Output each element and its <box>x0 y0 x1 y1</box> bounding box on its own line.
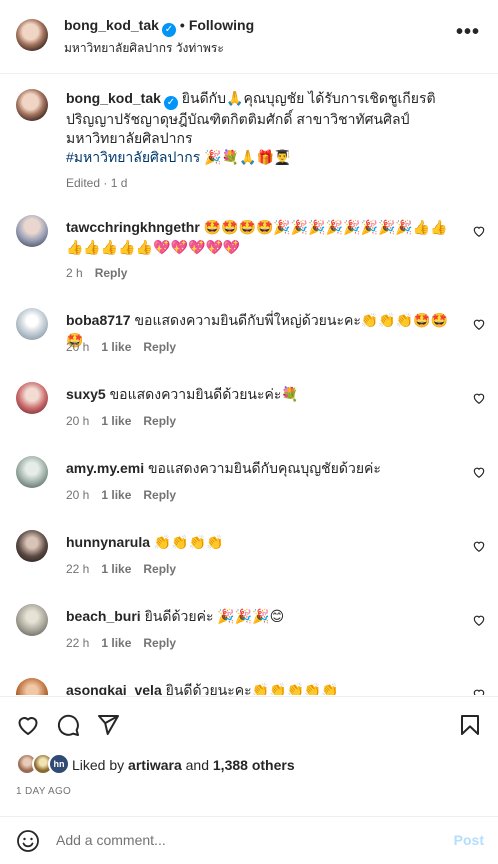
comment-body: amy.my.emi ขอแสดงความยินดีกับคุณบุญชัยด้… <box>66 458 464 478</box>
liked-by-user[interactable]: artiwara <box>128 757 182 773</box>
following-button[interactable]: Following <box>189 17 254 33</box>
comment-body: beach_buri ยินดีด้วยค่ะ 🎉🎉🎉😊 <box>66 606 464 626</box>
comment-text: 👏👏👏👏 <box>153 534 224 550</box>
comment-time: 20 h <box>66 414 90 428</box>
commenter-username[interactable]: boba8717 <box>66 312 131 328</box>
commenter-avatar[interactable] <box>16 382 48 414</box>
comment-like-heart-icon[interactable] <box>472 613 486 627</box>
bookmark-icon[interactable] <box>458 713 482 737</box>
comment-time: 20 h <box>66 340 90 354</box>
comment-like-heart-icon[interactable] <box>472 317 486 331</box>
comment-body: hunnynarula 👏👏👏👏 <box>66 532 464 552</box>
likes-others-count[interactable]: 1,388 others <box>213 757 295 773</box>
reply-button[interactable]: Reply <box>143 340 176 354</box>
commenter-avatar[interactable] <box>16 678 48 695</box>
commenter-avatar[interactable] <box>16 604 48 636</box>
comment-text: ขอแสดงความยินดีด้วยนะค่ะ💐 <box>109 386 299 402</box>
commenter-username[interactable]: hunnynarula <box>66 534 150 550</box>
caption-emojis: 🎉💐🙏🎁👨‍🎓 <box>204 149 292 165</box>
liker-avatar: hn <box>48 753 70 775</box>
comment-like-heart-icon[interactable] <box>472 465 486 479</box>
caption-avatar[interactable] <box>16 89 48 121</box>
comment-time: 2 h <box>66 266 83 280</box>
comment-item: boba8717 ขอแสดงความยินดีกับพี่ใหญ่ด้วยนะ… <box>0 304 498 378</box>
post-comment-button[interactable]: Post <box>454 832 484 848</box>
author-avatar[interactable] <box>16 19 48 51</box>
comment-item: amy.my.emi ขอแสดงความยินดีกับคุณบุญชัยด้… <box>0 452 498 526</box>
heart-icon[interactable] <box>16 713 40 737</box>
comment-like-count[interactable]: 1 like <box>101 340 131 354</box>
verified-badge-icon: ✓ <box>161 23 176 37</box>
reply-button[interactable]: Reply <box>95 266 128 280</box>
add-comment-input[interactable] <box>56 828 436 852</box>
comment-like-count[interactable]: 1 like <box>101 562 131 576</box>
commenter-username[interactable]: tawcchringkhngethr <box>66 219 200 235</box>
post-date: 1 DAY AGO <box>16 786 72 797</box>
comment-like-heart-icon[interactable] <box>472 391 486 405</box>
comment-body: tawcchringkhngethr 🤩🤩🤩🤩🎉🎉🎉🎉🎉🎉🎉🎉👍👍👍👍👍👍👍💖💖… <box>66 217 464 257</box>
post-location[interactable]: มหาวิทยาลัยศิลปากร วังท่าพระ <box>64 39 224 58</box>
comment-meta: 20 h 1 like Reply <box>66 414 188 428</box>
comment-like-count[interactable]: 1 like <box>101 414 131 428</box>
comment-icon[interactable] <box>56 713 80 737</box>
comment-meta: 20 h 1 like Reply <box>66 488 188 502</box>
post-header: bong_kod_tak ✓ • Following มหาวิทยาลัยศิลปา… <box>0 0 498 74</box>
comment-text: ขอแสดงความยินดีกับคุณบุญชัยด้วยค่ะ <box>147 460 381 476</box>
add-comment-bar: Post <box>0 816 498 864</box>
comment-time: 22 h <box>66 562 90 576</box>
reply-button[interactable]: Reply <box>143 414 176 428</box>
commenter-username[interactable]: suxy5 <box>66 386 106 402</box>
caption-username[interactable]: bong_kod_tak <box>66 90 161 106</box>
comment-meta: 20 h 1 like Reply <box>66 340 188 354</box>
author-username[interactable]: bong_kod_tak <box>64 17 159 33</box>
comment-meta: 22 h 1 like Reply <box>66 636 188 650</box>
more-options-icon[interactable]: ••• <box>456 22 480 42</box>
comment-text: ยินดีด้วยค่ะ 🎉🎉🎉😊 <box>144 608 285 624</box>
commenter-avatar[interactable] <box>16 530 48 562</box>
comment-item: suxy5 ขอแสดงความยินดีด้วยนะค่ะ💐 20 h 1 li… <box>0 378 498 452</box>
reply-button[interactable]: Reply <box>143 636 176 650</box>
comment-like-count[interactable]: 1 like <box>101 636 131 650</box>
emoji-picker-icon[interactable] <box>16 829 40 853</box>
verified-badge-icon: ✓ <box>163 96 178 110</box>
comment-like-heart-icon[interactable] <box>472 539 486 553</box>
comment-item: beach_buri ยินดีด้วยค่ะ 🎉🎉🎉😊 22 h 1 like R… <box>0 600 498 674</box>
comment-item: hunnynarula 👏👏👏👏 22 h 1 like Reply <box>0 526 498 600</box>
comment-time: 22 h <box>66 636 90 650</box>
separator-dot: • <box>179 17 185 33</box>
caption-hashtag[interactable]: #มหาวิทยาลัยศิลปากร <box>66 149 200 165</box>
reply-button[interactable]: Reply <box>143 562 176 576</box>
paper-plane-icon[interactable] <box>96 713 120 737</box>
liked-by-and: and <box>181 757 213 773</box>
comment-meta: 22 h 1 like Reply <box>66 562 188 576</box>
comment-like-count[interactable]: 1 like <box>101 488 131 502</box>
comments-scroll-area[interactable]: bong_kod_tak ✓ ยินดีกับ🙏คุณบุญชัย ได้รับก… <box>0 75 498 695</box>
comment-text: ยินดีด้วยนะคะ👏👏👏👏👏 <box>165 682 339 695</box>
reply-button[interactable]: Reply <box>143 488 176 502</box>
caption-meta: Edited · 1 d <box>66 176 128 190</box>
likes-summary[interactable]: Liked by artiwara and 1,388 others <box>72 757 295 773</box>
comment-body: asongkai_vela ยินดีด้วยนะคะ👏👏👏👏👏 <box>66 680 464 695</box>
comment-like-heart-icon[interactable] <box>472 224 486 238</box>
commenter-avatar[interactable] <box>16 456 48 488</box>
commenter-avatar[interactable] <box>16 215 48 247</box>
liked-by-label: Liked by <box>72 757 129 773</box>
caption-body: bong_kod_tak ✓ ยินดีกับ🙏คุณบุญชัย ได้รับก… <box>66 89 476 167</box>
commenter-username[interactable]: asongkai_vela <box>66 682 162 695</box>
commenter-avatar[interactable] <box>16 308 48 340</box>
comment-item: tawcchringkhngethr 🤩🤩🤩🤩🎉🎉🎉🎉🎉🎉🎉🎉👍👍👍👍👍👍👍💖💖… <box>0 211 498 291</box>
comment-body: suxy5 ขอแสดงความยินดีด้วยนะค่ะ💐 <box>66 384 464 404</box>
comment-item: asongkai_vela ยินดีด้วยนะคะ👏👏👏👏👏 <box>0 674 498 695</box>
comment-like-heart-icon[interactable] <box>472 687 486 695</box>
comment-time: 20 h <box>66 488 90 502</box>
comment-meta: 2 h Reply <box>66 266 139 280</box>
header-username-row: bong_kod_tak ✓ • Following <box>64 17 254 37</box>
commenter-username[interactable]: amy.my.emi <box>66 460 144 476</box>
commenter-username[interactable]: beach_buri <box>66 608 141 624</box>
